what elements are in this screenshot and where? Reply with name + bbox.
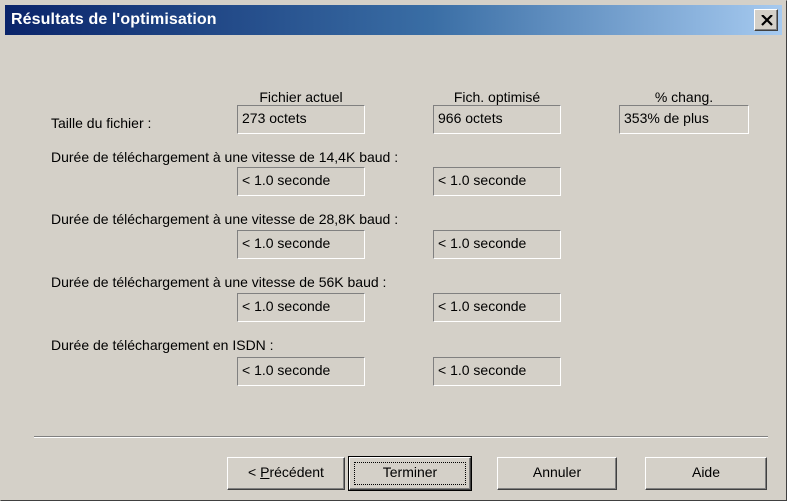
- finish-button-label: Terminer: [382, 464, 438, 480]
- help-button[interactable]: Aide: [645, 457, 767, 490]
- download-isdn-optimized-value: < 1.0 seconde: [433, 357, 561, 386]
- cancel-button-label: Annuler: [532, 464, 582, 480]
- download-28k-current-value: < 1.0 seconde: [237, 230, 365, 259]
- file-size-label: Taille du fichier :: [51, 115, 152, 131]
- help-button-label: Aide: [691, 464, 721, 480]
- close-icon: [761, 15, 773, 26]
- file-size-change-value: 353% de plus: [619, 105, 749, 134]
- column-header-current: Fichier actuel: [259, 89, 343, 105]
- previous-button-label: < Précédent: [248, 464, 324, 480]
- download-56k-label: Durée de téléchargement à une vitesse de…: [51, 274, 387, 290]
- download-14k-label: Durée de téléchargement à une vitesse de…: [51, 149, 399, 165]
- column-header-change: % chang.: [654, 89, 714, 105]
- download-56k-optimized-value: < 1.0 seconde: [433, 293, 561, 322]
- optimization-results-dialog: Résultats de l'optimisation Fichier actu…: [0, 0, 787, 501]
- previous-button[interactable]: < Précédent: [227, 457, 345, 490]
- download-56k-current-value: < 1.0 seconde: [237, 293, 365, 322]
- download-14k-current-value: < 1.0 seconde: [237, 167, 365, 196]
- cancel-button[interactable]: Annuler: [497, 457, 617, 490]
- download-isdn-current-value: < 1.0 seconde: [237, 357, 365, 386]
- download-14k-optimized-value: < 1.0 seconde: [433, 167, 561, 196]
- finish-button[interactable]: Terminer: [348, 456, 472, 491]
- download-isdn-label: Durée de téléchargement en ISDN :: [51, 337, 274, 353]
- title-bar[interactable]: Résultats de l'optimisation: [5, 5, 782, 35]
- download-28k-optimized-value: < 1.0 seconde: [433, 230, 561, 259]
- download-28k-label: Durée de téléchargement à une vitesse de…: [51, 211, 399, 227]
- file-size-optimized-value: 966 octets: [433, 105, 561, 134]
- window-title: Résultats de l'optimisation: [11, 11, 217, 28]
- file-size-current-value: 273 octets: [237, 105, 365, 134]
- close-button[interactable]: [754, 9, 778, 31]
- column-header-optimized: Fich. optimisé: [453, 89, 541, 105]
- button-separator: [34, 436, 768, 438]
